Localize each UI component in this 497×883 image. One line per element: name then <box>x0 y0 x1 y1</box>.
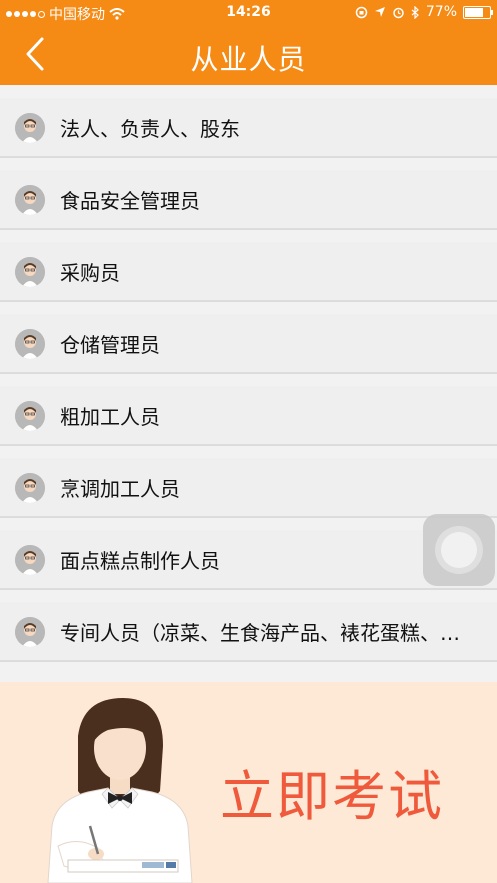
avatar-icon <box>15 257 45 287</box>
list-item-label: 粗加工人员 <box>60 405 160 429</box>
list-item-label: 采购员 <box>60 261 120 285</box>
start-exam-banner[interactable]: 立即考试 <box>0 682 497 883</box>
list-item-label: 烹调加工人员 <box>60 477 180 501</box>
status-bar: 中国移动 14:26 77% <box>0 0 497 26</box>
list-item[interactable]: 仓储管理员 <box>0 314 497 374</box>
page-title: 从业人员 <box>190 43 307 76</box>
list-item[interactable]: 采购员 <box>0 242 497 302</box>
avatar-icon <box>15 545 45 575</box>
avatar-icon <box>15 113 45 143</box>
list-item[interactable]: 专间人员（凉菜、生食海产品、裱花蛋糕、… <box>0 602 497 662</box>
list-item-label: 专间人员（凉菜、生食海产品、裱花蛋糕、… <box>60 621 460 645</box>
bluetooth-icon <box>411 5 419 19</box>
assistive-touch-center <box>441 532 477 568</box>
list-item-label: 仓储管理员 <box>60 333 160 357</box>
avatar-icon <box>15 185 45 215</box>
orientation-lock-icon <box>355 6 368 18</box>
examinee-illustration <box>47 698 193 883</box>
avatar-icon <box>15 329 45 359</box>
assistive-touch-button[interactable] <box>423 514 495 586</box>
list-item[interactable]: 烹调加工人员 <box>0 458 497 518</box>
alarm-icon <box>393 7 404 18</box>
battery-percent: 77% <box>425 4 457 20</box>
list-item-label: 食品安全管理员 <box>60 189 200 213</box>
avatar-icon <box>15 401 45 431</box>
status-right: 77% <box>355 4 493 20</box>
list-item[interactable]: 法人、负责人、股东 <box>0 98 497 158</box>
avatar-icon <box>15 473 45 503</box>
start-exam-label: 立即考试 <box>220 765 444 828</box>
list-item[interactable]: 食品安全管理员 <box>0 170 497 230</box>
list-item-label: 法人、负责人、股东 <box>60 117 240 141</box>
app-header: 中国移动 14:26 77% 从业人员 <box>0 0 497 85</box>
avatar-icon <box>15 617 45 647</box>
battery-icon <box>463 5 493 19</box>
list-item[interactable]: 粗加工人员 <box>0 386 497 446</box>
location-icon <box>374 7 385 17</box>
